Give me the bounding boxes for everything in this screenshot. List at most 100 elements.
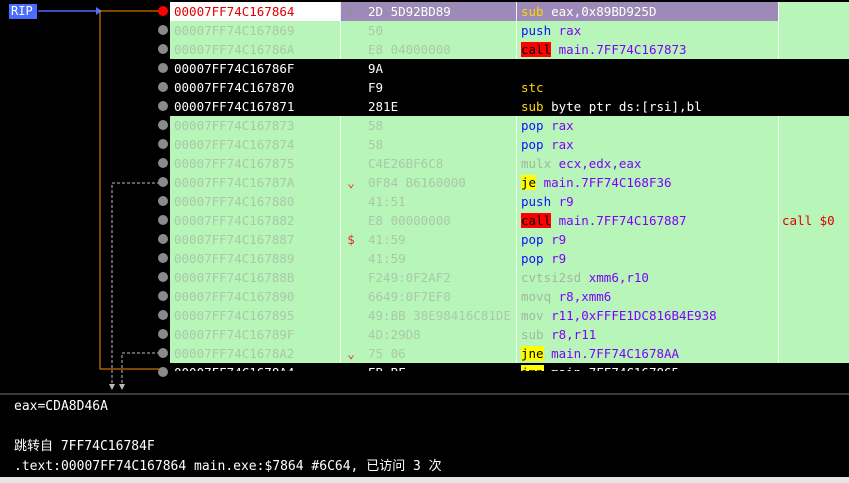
disasm-row[interactable]: 00007FF74C1678A4⌄EB BFjmp main.7FF74C167… [170, 363, 849, 371]
instruction-mnemonic: pop [521, 137, 544, 152]
row-address: 00007FF74C1678A4 [170, 363, 340, 371]
column-separator [340, 59, 341, 78]
row-comment-cell [778, 306, 849, 325]
row-address: 00007FF74C16786F [174, 61, 295, 76]
row-comment-cell [778, 230, 849, 249]
column-separator [516, 59, 517, 78]
disasm-row[interactable]: 00007FF74C167895 49:BB 38E98416C81DE mov r… [170, 306, 849, 325]
instruction-operands: ecx,edx,eax [558, 156, 642, 171]
column-separator [516, 268, 517, 287]
row-instruction: cvtsi2sd xmm6,r10 [516, 268, 778, 287]
column-separator [516, 173, 517, 192]
row-instruction: call main.7FF74C167873 [516, 40, 778, 59]
row-address: 00007FF74C167887 [174, 232, 295, 247]
column-separator [340, 344, 341, 363]
row-instruction: stc [516, 78, 778, 97]
row-address: 00007FF74C16789F [174, 327, 295, 342]
column-separator [778, 249, 779, 268]
column-separator [340, 306, 341, 325]
disasm-row[interactable]: 00007FF74C167874 58 pop rax [170, 135, 849, 154]
column-separator [516, 287, 517, 306]
row-marker: ⌄ [347, 346, 355, 361]
disasm-row[interactable]: 00007FF74C16787A ⌄ 0F84 B6160000 je main.7F… [170, 173, 849, 192]
disasm-row[interactable]: 00007FF74C16786A E8 04000000 call main.7FF… [170, 40, 849, 59]
column-separator [516, 78, 517, 97]
row-comment-cell [778, 2, 849, 21]
disasm-row[interactable]: 00007FF74C167875 C4E26BF6C8 mulx ecx,edx,e… [170, 154, 849, 173]
instruction-mnemonic: push [521, 23, 552, 38]
breakpoint-dot[interactable] [158, 6, 168, 16]
row-comment-cell [778, 268, 849, 287]
column-separator [340, 363, 341, 371]
disasm-row[interactable]: 00007FF74C167871 281E sub byte ptr ds:[rsi… [170, 97, 849, 116]
disasm-row[interactable]: 00007FF74C16786F 9A??? [170, 59, 849, 78]
row-address: 00007FF74C167895 [174, 308, 295, 323]
row-marker [340, 154, 362, 173]
disassembly-listing[interactable]: 00007FF74C167864 >2D 5D92BD89 sub eax,0x89… [170, 2, 849, 371]
row-marker [340, 325, 362, 344]
row-instruction: call main.7FF74C167887 [516, 211, 778, 230]
column-separator [516, 211, 517, 230]
row-instruction: jne main.7FF74C1678AA [516, 344, 778, 363]
row-comment-cell [778, 40, 849, 59]
row-marker [340, 192, 362, 211]
row-bytes: 6649:0F7EF0 [368, 289, 451, 304]
disasm-row[interactable]: 00007FF74C167870 F9 stc [170, 78, 849, 97]
instruction-mnemonic: mov [521, 308, 544, 323]
row-comment-cell [778, 325, 849, 344]
instruction-mnemonic: call [521, 42, 552, 57]
column-separator [778, 135, 779, 154]
column-separator [778, 154, 779, 173]
column-separator [778, 59, 779, 78]
disasm-row[interactable]: 00007FF74C167869 50 push rax [170, 21, 849, 40]
jump-arrows [38, 6, 168, 390]
instruction-operands: r8,r11 [551, 327, 597, 342]
row-bytes: 4D:29D8 [368, 327, 421, 342]
row-instruction: mulx ecx,edx,eax [516, 154, 778, 173]
disasm-row[interactable]: 00007FF74C167889 41:59 pop r9 [170, 249, 849, 268]
column-separator [340, 40, 341, 59]
column-separator [516, 21, 517, 40]
disasm-row[interactable]: 00007FF74C167882 E8 00000000 call main.7FF… [170, 211, 849, 230]
row-comment-cell [778, 363, 849, 371]
row-bytes: 281E [368, 99, 399, 114]
disasm-row[interactable]: 00007FF74C167873 58 pop rax [170, 116, 849, 135]
column-separator [778, 2, 779, 21]
row-address: 00007FF74C16786A [174, 42, 295, 57]
column-separator [340, 21, 341, 40]
column-separator [340, 249, 341, 268]
column-separator [778, 268, 779, 287]
row-comment-cell [778, 78, 849, 97]
disasm-row[interactable]: 00007FF74C16788B F249:0F2AF2 cvtsi2sd xmm6… [170, 268, 849, 287]
instruction-operands: r9 [551, 232, 567, 247]
column-separator [340, 154, 341, 173]
instruction-mnemonic: pop [521, 118, 544, 133]
column-separator [778, 325, 779, 344]
instruction-mnemonic: pop [521, 251, 544, 266]
row-address: 00007FF74C167880 [174, 194, 295, 209]
disasm-row[interactable]: 00007FF74C167880 41:51 push r9 [170, 192, 849, 211]
disasm-row[interactable]: 00007FF74C167887 $41:59 pop r9 [170, 230, 849, 249]
jump-arrow-gutter[interactable]: RIP [0, 0, 170, 393]
row-bytes: 41:51 [368, 194, 406, 209]
instruction-mnemonic: ??? [521, 61, 544, 76]
disasm-row[interactable]: 00007FF74C167864 >2D 5D92BD89 sub eax,0x89… [170, 2, 849, 21]
column-separator [340, 135, 341, 154]
column-separator [778, 230, 779, 249]
row-instruction: sub byte ptr ds:[rsi],bl [516, 97, 778, 116]
instruction-operands: rax [558, 23, 582, 38]
row-instruction: mov r11,0xFFFE1DC816B4E938 [516, 306, 778, 325]
status-strip [0, 477, 849, 483]
row-address: 00007FF74C167870 [174, 80, 295, 95]
row-address: 00007FF74C16787A [174, 175, 295, 190]
row-address: 00007FF74C167889 [174, 251, 295, 266]
column-separator [778, 97, 779, 116]
row-bytes: 2D 5D92BD89 [362, 2, 516, 21]
disasm-row[interactable]: 00007FF74C167890 6649:0F7EF0 movq r8,xmm6 [170, 287, 849, 306]
row-instruction: sub eax,0x89BD925D [516, 2, 778, 21]
column-separator [516, 2, 517, 21]
disasm-row[interactable]: 00007FF74C16789F 4D:29D8 sub r8,r11 [170, 325, 849, 344]
instruction-operands: main.7FF74C167873 [558, 42, 687, 57]
info-pane: eax=CDA8D46A 跳转自 7FF74C16784F .text:0000… [0, 395, 849, 477]
disasm-row[interactable]: 00007FF74C1678A2 ⌄ 75 06 jne main.7FF74C167… [170, 344, 849, 363]
